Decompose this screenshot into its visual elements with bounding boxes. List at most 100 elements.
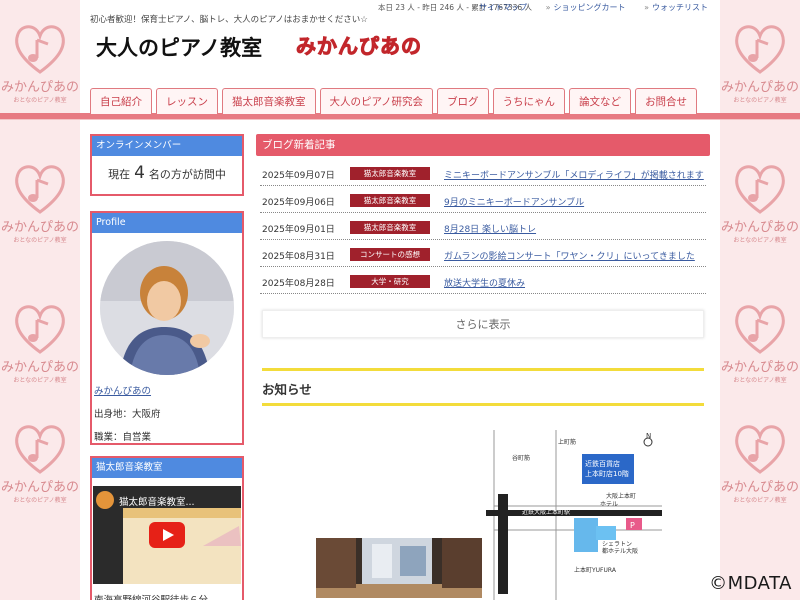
blog-date: 2025年09月01日 bbox=[262, 225, 335, 235]
watchlist-link[interactable]: ウォッチリスト bbox=[644, 3, 708, 12]
nav-item-cats[interactable]: うちにゃん bbox=[492, 88, 566, 114]
profile-photo bbox=[100, 241, 234, 375]
map-store-1: 近鉄百貨店 bbox=[585, 459, 620, 468]
heart-note-icon bbox=[735, 305, 785, 354]
widget-title: 猫太郎音楽教室 bbox=[92, 458, 242, 478]
map-hotel-2: 都ホテル大阪 bbox=[602, 547, 638, 555]
brand-sub: おとなのピアノ教室 bbox=[13, 377, 67, 384]
map-osaka: 大阪上本町 bbox=[606, 492, 636, 500]
brand-name: みかんぴあの bbox=[0, 360, 79, 375]
nav-item-papers[interactable]: 論文など bbox=[569, 88, 632, 114]
play-icon[interactable] bbox=[149, 522, 185, 548]
blog-row: 2025年08月28日 大学・研究 放送大学生の夏休み bbox=[260, 267, 706, 294]
main-content: ブログ新着記事 2025年09月07日 猫太郎音楽教室 ミニキーボードアンサンブ… bbox=[256, 134, 710, 600]
online-number: 4 bbox=[134, 163, 145, 183]
blog-category[interactable]: 大学・研究 bbox=[350, 275, 430, 288]
watermark: ©MDATA bbox=[709, 573, 792, 594]
classroom-image bbox=[316, 526, 482, 598]
blog-title-link[interactable]: 8月28日 楽しい脳トレ bbox=[444, 222, 536, 235]
brand-name: みかんぴあの bbox=[720, 480, 799, 495]
map-store-2: 上本町店10階 bbox=[585, 469, 629, 478]
blog-title-link[interactable]: 放送大学生の夏休み bbox=[444, 276, 525, 289]
side-pattern-right: みかんぴあの おとなのピアノ教室 みかんぴあの おとなのピアノ教室 みかんぴあの… bbox=[720, 0, 800, 600]
shopping-cart-link[interactable]: ショッピングカート bbox=[546, 3, 626, 12]
brand-tile: みかんぴあの おとなのピアノ教室 bbox=[0, 300, 80, 384]
brand-sub: おとなのピアノ教室 bbox=[13, 97, 67, 104]
side-pattern-left: みかんぴあの おとなのピアノ教室 みかんぴあの おとなのピアノ教室 みかんぴあの… bbox=[0, 0, 80, 600]
brand-sub: おとなのピアノ教室 bbox=[13, 497, 67, 504]
profile-birthplace: 出身地：大阪府 bbox=[94, 409, 161, 420]
nav-item-lesson[interactable]: レッスン bbox=[156, 88, 218, 114]
brand-name: みかんぴあの bbox=[0, 220, 79, 235]
profile-widget: Profile みかんぴあの 出身地：大阪府 職業：自営業 bbox=[90, 211, 244, 445]
map-station: 近鉄大阪上本町駅 bbox=[522, 508, 570, 516]
video-title: 猫太郎音楽教室... bbox=[119, 497, 195, 508]
map-image: N 近鉄百貨店 上本町店10階 近鉄大阪上本町駅 シェラトン 都ホテル大阪 上本… bbox=[486, 430, 662, 600]
widget-title: Profile bbox=[92, 213, 242, 233]
site-logo[interactable]: みかんぴあの bbox=[296, 30, 422, 59]
brand-name: みかんぴあの bbox=[720, 220, 799, 235]
access-map[interactable]: N 近鉄百貨店 上本町店10階 近鉄大阪上本町駅 シェラトン 都ホテル大阪 上本… bbox=[486, 430, 662, 600]
brand-sub: おとなのピアノ教室 bbox=[733, 237, 787, 244]
profile-job: 職業：自営業 bbox=[94, 432, 152, 443]
nav-item-profile[interactable]: 自己紹介 bbox=[90, 88, 152, 114]
heart-note-icon bbox=[735, 165, 785, 214]
classroom-photo bbox=[316, 526, 482, 598]
brand-tile: みかんぴあの おとなのピアノ教室 bbox=[720, 160, 800, 244]
brand-tile: みかんぴあの おとなのピアノ教室 bbox=[720, 20, 800, 104]
notice-title: お知らせ bbox=[262, 382, 312, 397]
map-hotel-label: ホテル bbox=[600, 501, 618, 508]
nav-item-blog[interactable]: ブログ bbox=[437, 88, 489, 114]
blog-category[interactable]: 猫太郎音楽教室 bbox=[350, 167, 430, 180]
blog-row: 2025年09月01日 猫太郎音楽教室 8月28日 楽しい脳トレ bbox=[260, 213, 706, 240]
brand-sub: おとなのピアノ教室 bbox=[733, 97, 787, 104]
online-suffix: 名の方が訪問中 bbox=[148, 168, 226, 181]
nav-item-contact[interactable]: お問合せ bbox=[635, 88, 698, 114]
brand-name: みかんぴあの bbox=[0, 80, 79, 95]
heart-note-icon bbox=[735, 25, 785, 74]
brand-sub: おとなのピアノ教室 bbox=[733, 497, 787, 504]
avatar bbox=[100, 241, 234, 375]
brand-name: みかんぴあの bbox=[720, 80, 799, 95]
show-more-button[interactable]: さらに表示 bbox=[262, 310, 704, 338]
brand-sub: おとなのピアノ教室 bbox=[13, 237, 67, 244]
blog-title-link[interactable]: ガムランの影絵コンサート「ワヤン・クリ」にいってきました bbox=[444, 249, 695, 262]
nav-item-research[interactable]: 大人のピアノ研究会 bbox=[319, 88, 434, 114]
nav-divider-shadow bbox=[0, 119, 800, 120]
site-title[interactable]: 大人のピアノ教室 bbox=[96, 32, 262, 62]
blog-category[interactable]: 猫太郎音楽教室 bbox=[350, 194, 430, 207]
blog-category[interactable]: 猫太郎音楽教室 bbox=[350, 221, 430, 234]
blog-row: 2025年08月31日 コンサートの感想 ガムランの影絵コンサート「ワヤン・クリ… bbox=[260, 240, 706, 267]
heart-note-icon bbox=[15, 165, 65, 214]
blog-title-link[interactable]: 9月のミニキーボードアンサンブル bbox=[444, 195, 584, 208]
blog-row: 2025年09月07日 猫太郎音楽教室 ミニキーボードアンサンブル「メロディライ… bbox=[260, 159, 706, 186]
brand-tile: みかんぴあの おとなのピアノ教室 bbox=[720, 300, 800, 384]
top-links: サイトマップ ショッピングカート ウォッチリスト bbox=[455, 2, 708, 13]
blog-date: 2025年09月07日 bbox=[262, 171, 335, 181]
profile-name-link[interactable]: みかんぴあの bbox=[92, 383, 242, 397]
map-yufura: 上本町YUFURA bbox=[574, 566, 617, 574]
video-embed[interactable]: 猫太郎音楽教室... bbox=[93, 486, 241, 584]
brand-name: みかんぴあの bbox=[0, 480, 79, 495]
sitemap-link[interactable]: サイトマップ bbox=[471, 3, 527, 12]
blog-date: 2025年09月06日 bbox=[262, 198, 335, 208]
heart-note-icon bbox=[15, 305, 65, 354]
brand-name: みかんぴあの bbox=[720, 360, 799, 375]
video-caption: 南海高野線河谷駅徒歩６分 bbox=[92, 592, 242, 600]
blog-title-link[interactable]: ミニキーボードアンサンブル「メロディライフ」が掲載されます bbox=[444, 168, 704, 181]
widget-title: オンラインメンバー bbox=[92, 136, 242, 156]
online-members-widget: オンラインメンバー 現在 4 名の方が訪問中 bbox=[90, 134, 244, 196]
brand-tile: みかんぴあの おとなのピアノ教室 bbox=[0, 420, 80, 504]
nav-item-nekotaro[interactable]: 猫太郎音楽教室 bbox=[222, 88, 316, 114]
blog-category[interactable]: コンサートの感想 bbox=[350, 248, 430, 261]
map-street-right: 上町筋 bbox=[558, 438, 576, 446]
site-tagline: 初心者歓迎！保育士ピアノ、脳トレ、大人のピアノはおまかせください☆ bbox=[90, 15, 368, 25]
map-north: N bbox=[646, 432, 651, 440]
notice-section: お知らせ bbox=[262, 368, 704, 406]
brand-tile: みかんぴあの おとなのピアノ教室 bbox=[720, 420, 800, 504]
online-count: 現在 4 名の方が訪問中 bbox=[92, 156, 242, 194]
page-container: 初心者歓迎！保育士ピアノ、脳トレ、大人のピアノはおまかせください☆ 本日 23 … bbox=[0, 0, 800, 600]
blog-row: 2025年09月06日 猫太郎音楽教室 9月のミニキーボードアンサンブル bbox=[260, 186, 706, 213]
brand-sub: おとなのピアノ教室 bbox=[733, 377, 787, 384]
brand-tile: みかんぴあの おとなのピアノ教室 bbox=[0, 20, 80, 104]
